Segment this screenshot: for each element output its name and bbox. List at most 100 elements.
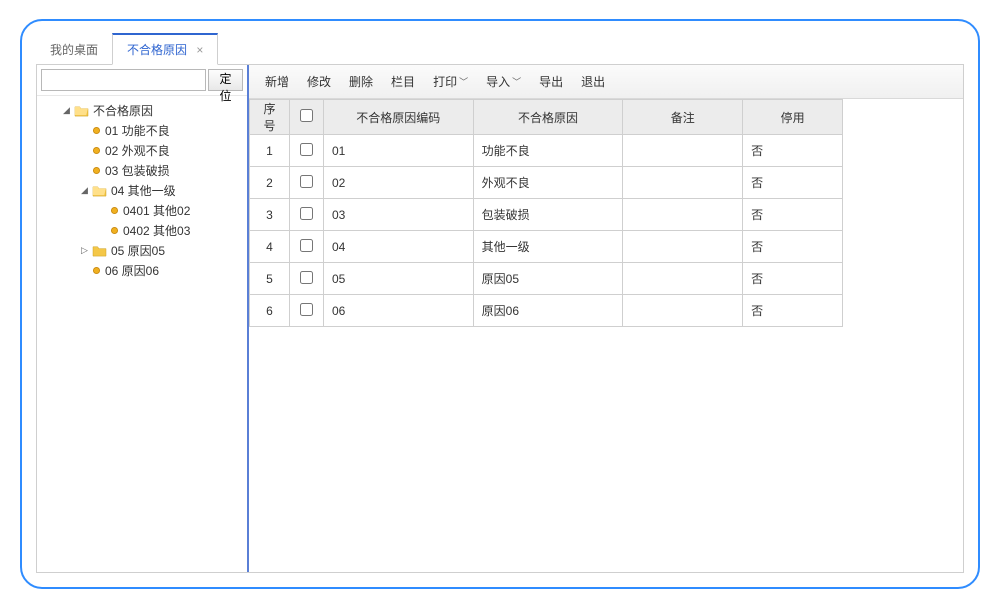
folder-closed-icon: [92, 244, 107, 257]
bullet-icon: [92, 266, 101, 275]
tree-node-0401[interactable]: 0401 其他02: [43, 200, 247, 220]
row-checkbox[interactable]: [300, 143, 313, 156]
cell-reason: 功能不良: [473, 135, 623, 167]
col-stop[interactable]: 停用: [743, 100, 843, 135]
folder-open-icon: [92, 184, 107, 197]
locate-bar: 定位: [37, 65, 247, 96]
table-row[interactable]: 505原因05否: [250, 263, 843, 295]
cell-seq: 3: [250, 199, 290, 231]
expander-closed-icon[interactable]: ▷: [79, 245, 90, 256]
tree-label: 01 功能不良: [105, 122, 170, 139]
table-row[interactable]: 6 06原因06 否: [250, 295, 843, 327]
row-checkbox[interactable]: [300, 207, 313, 220]
sidebar: 定位 ◢ 不合格原因 01 功能不良 0: [37, 65, 249, 572]
close-icon[interactable]: ×: [196, 43, 203, 57]
cell-seq: 4: [250, 231, 290, 263]
tree-node-03[interactable]: 03 包装破损: [43, 160, 247, 180]
cell-note: [623, 231, 743, 263]
exit-button[interactable]: 退出: [581, 73, 605, 90]
bullet-icon: [110, 226, 119, 235]
tree-label: 0402 其他03: [123, 222, 190, 239]
tree-node-06[interactable]: 06 原因06: [43, 260, 247, 280]
cell-stop: 否: [743, 231, 843, 263]
cell-stop: 否: [743, 167, 843, 199]
cell-code: 01: [323, 135, 473, 167]
table-row[interactable]: 404其他一级否: [250, 231, 843, 263]
cell-stop: 否: [743, 295, 843, 327]
print-button[interactable]: 打印 ﹀: [433, 73, 468, 90]
cell-note: [623, 167, 743, 199]
tree-label: 03 包装破损: [105, 162, 170, 179]
col-seq[interactable]: 序号: [250, 100, 290, 135]
locate-button[interactable]: 定位: [208, 69, 243, 91]
folder-open-icon: [74, 104, 89, 117]
cell-note: [623, 295, 743, 327]
toolbar: 新增 修改 删除 栏目 打印 ﹀ 导入 ﹀ 导出 退出: [249, 65, 963, 99]
cell-note: [623, 135, 743, 167]
col-note[interactable]: 备注: [623, 100, 743, 135]
expander-open-icon[interactable]: ◢: [61, 105, 72, 116]
cell-reason: 原因05: [473, 263, 623, 295]
bullet-icon: [110, 206, 119, 215]
edit-button[interactable]: 修改: [307, 73, 331, 90]
cell-seq: 2: [250, 167, 290, 199]
delete-button[interactable]: 删除: [349, 73, 373, 90]
select-all-checkbox[interactable]: [300, 109, 313, 122]
tree-label: 04 其他一级: [111, 182, 176, 199]
main-pane: 新增 修改 删除 栏目 打印 ﹀ 导入 ﹀ 导出 退出: [249, 65, 963, 572]
tree-node-04[interactable]: ◢ 04 其他一级: [43, 180, 247, 200]
export-button[interactable]: 导出: [539, 73, 563, 90]
cell-seq: 6: [250, 295, 290, 327]
app-frame: 我的桌面 不合格原因 × 定位 ◢ 不合格原因: [20, 19, 980, 589]
cell-reason: 包装破损: [473, 199, 623, 231]
cell-code: 03: [323, 199, 473, 231]
import-label: 导入: [486, 73, 510, 90]
tab-bar: 我的桌面 不合格原因 ×: [36, 35, 964, 65]
tree-node-02[interactable]: 02 外观不良: [43, 140, 247, 160]
cell-check: [289, 167, 323, 199]
tree-node-0402[interactable]: 0402 其他03: [43, 220, 247, 240]
cell-code: 02: [323, 167, 473, 199]
chevron-down-icon: ﹀: [459, 75, 468, 88]
table-header-row: 序号 不合格原因编码 不合格原因 备注 停用: [250, 100, 843, 135]
row-checkbox[interactable]: [300, 175, 313, 188]
import-button[interactable]: 导入 ﹀: [486, 73, 521, 90]
table-row[interactable]: 101功能不良否: [250, 135, 843, 167]
print-label: 打印: [433, 73, 457, 90]
locate-input[interactable]: [41, 69, 206, 91]
bullet-icon: [92, 146, 101, 155]
tab-reject-reason[interactable]: 不合格原因 ×: [112, 33, 218, 65]
tree-label: 0401 其他02: [123, 202, 190, 219]
table-row[interactable]: 303包装破损否: [250, 199, 843, 231]
tree: ◢ 不合格原因 01 功能不良 02 外观不良: [37, 96, 247, 572]
data-table: 序号 不合格原因编码 不合格原因 备注 停用 101功能不良否202外观不良否3…: [249, 99, 843, 327]
col-reason[interactable]: 不合格原因: [473, 100, 623, 135]
tab-desktop[interactable]: 我的桌面: [36, 35, 112, 64]
bullet-icon: [92, 126, 101, 135]
row-checkbox[interactable]: [300, 303, 313, 316]
cell-reason: 原因06: [473, 295, 623, 327]
row-checkbox[interactable]: [300, 239, 313, 252]
column-button[interactable]: 栏目: [391, 73, 415, 90]
expander-open-icon[interactable]: ◢: [79, 185, 90, 196]
chevron-down-icon: ﹀: [512, 75, 521, 88]
cell-note: [623, 199, 743, 231]
tree-node-01[interactable]: 01 功能不良: [43, 120, 247, 140]
data-grid: 序号 不合格原因编码 不合格原因 备注 停用 101功能不良否202外观不良否3…: [249, 99, 963, 572]
col-code[interactable]: 不合格原因编码: [323, 100, 473, 135]
add-button[interactable]: 新增: [265, 73, 289, 90]
tree-root[interactable]: ◢ 不合格原因: [43, 100, 247, 120]
cell-check: [289, 295, 323, 327]
cell-check: [289, 199, 323, 231]
cell-reason: 其他一级: [473, 231, 623, 263]
col-check[interactable]: [289, 100, 323, 135]
cell-reason: 外观不良: [473, 167, 623, 199]
table-row[interactable]: 2 02外观不良 否: [250, 167, 843, 199]
tree-label: 06 原因06: [105, 262, 159, 279]
cell-code: 06: [323, 295, 473, 327]
row-checkbox[interactable]: [300, 271, 313, 284]
cell-seq: 1: [250, 135, 290, 167]
tree-node-05[interactable]: ▷ 05 原因05: [43, 240, 247, 260]
cell-stop: 否: [743, 263, 843, 295]
cell-check: [289, 135, 323, 167]
